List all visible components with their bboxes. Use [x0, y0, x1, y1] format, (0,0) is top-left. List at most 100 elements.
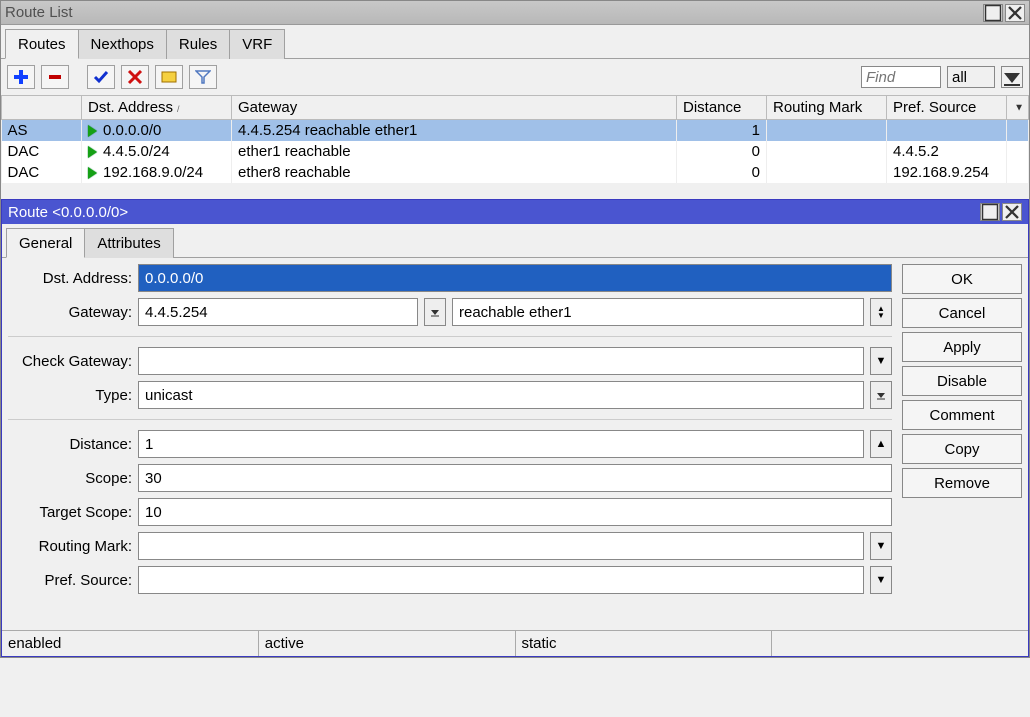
remove-button[interactable] — [41, 65, 69, 89]
label-scope: Scope: — [8, 470, 138, 487]
input-check-gateway[interactable] — [138, 347, 864, 375]
route-list-tabs: RoutesNexthopsRulesVRF — [1, 25, 1029, 59]
cell-pref-source — [887, 120, 1007, 142]
cell-dst: 4.4.5.0/24 — [82, 141, 232, 162]
status-empty — [772, 631, 1028, 656]
detail-close-button[interactable] — [1002, 203, 1022, 221]
input-pref-source[interactable] — [138, 566, 864, 594]
route-list-window: Route List RoutesNexthopsRulesVRF — [0, 0, 1030, 658]
filter-button[interactable] — [189, 65, 217, 89]
col-dst[interactable]: Dst. Address/ — [82, 96, 232, 120]
tab-routes[interactable]: Routes — [5, 29, 79, 59]
input-type[interactable] — [138, 381, 864, 409]
input-routing-mark[interactable] — [138, 532, 864, 560]
cell-menu — [1007, 120, 1029, 142]
copy-button[interactable]: Copy — [902, 434, 1022, 464]
check-gateway-expand-button[interactable]: ▼ — [870, 347, 892, 375]
route-detail-titlebar[interactable]: Route <0.0.0.0/0> — [2, 200, 1028, 224]
cell-menu — [1007, 162, 1029, 183]
routes-table-header: Dst. Address/ Gateway Distance Routing M… — [2, 96, 1029, 120]
filter-select[interactable]: all — [947, 66, 995, 88]
detail-tab-attributes[interactable]: Attributes — [84, 228, 173, 258]
comment-button[interactable] — [155, 65, 183, 89]
label-target-scope: Target Scope: — [8, 504, 138, 521]
detail-tab-general[interactable]: General — [6, 228, 85, 258]
route-detail-tabs: GeneralAttributes — [2, 224, 1028, 258]
enable-button[interactable] — [87, 65, 115, 89]
gateway-dropdown-button[interactable] — [424, 298, 446, 326]
comment-button[interactable]: Comment — [902, 400, 1022, 430]
col-pref-source[interactable]: Pref. Source — [887, 96, 1007, 120]
route-detail-title: Route <0.0.0.0/0> — [8, 204, 128, 221]
col-gateway[interactable]: Gateway — [232, 96, 677, 120]
input-gateway[interactable] — [138, 298, 418, 326]
route-active-icon — [88, 125, 97, 137]
cell-gateway: ether8 reachable — [232, 162, 677, 183]
cell-distance: 1 — [677, 120, 767, 142]
route-active-icon — [88, 167, 97, 179]
col-menu[interactable]: ▼ — [1007, 96, 1029, 120]
cell-distance: 0 — [677, 141, 767, 162]
cell-distance: 0 — [677, 162, 767, 183]
label-dst-address: Dst. Address: — [8, 270, 138, 287]
detail-minimize-button[interactable] — [980, 203, 1000, 221]
col-flags[interactable] — [2, 96, 82, 120]
routes-table: Dst. Address/ Gateway Distance Routing M… — [1, 95, 1029, 183]
tab-rules[interactable]: Rules — [166, 29, 230, 59]
find-input[interactable] — [861, 66, 941, 88]
table-row[interactable]: AS0.0.0.0/04.4.5.254 reachable ether11 — [2, 120, 1029, 142]
chevron-down-icon: ▼ — [1014, 102, 1024, 113]
route-active-icon — [88, 146, 97, 158]
type-dropdown-button[interactable] — [870, 381, 892, 409]
cell-pref-source: 4.4.5.2 — [887, 141, 1007, 162]
input-distance[interactable] — [138, 430, 864, 458]
table-row[interactable]: DAC4.4.5.0/24ether1 reachable04.4.5.2 — [2, 141, 1029, 162]
route-detail-window: Route <0.0.0.0/0> GeneralAttributes Dst.… — [1, 199, 1029, 657]
table-row[interactable]: DAC192.168.9.0/24ether8 reachable0192.16… — [2, 162, 1029, 183]
tab-nexthops[interactable]: Nexthops — [78, 29, 167, 59]
remove-button[interactable]: Remove — [902, 468, 1022, 498]
cell-routing-mark — [767, 120, 887, 142]
cell-routing-mark — [767, 162, 887, 183]
cell-dst: 192.168.9.0/24 — [82, 162, 232, 183]
label-type: Type: — [8, 387, 138, 404]
disable-button[interactable]: Disable — [902, 366, 1022, 396]
minimize-button[interactable] — [983, 4, 1003, 22]
detail-button-column: OK Cancel Apply Disable Comment Copy Remove — [902, 264, 1022, 498]
distance-collapse-button[interactable]: ▲ — [870, 430, 892, 458]
gateway-add-remove-button[interactable]: ▲▼ — [870, 298, 892, 326]
cancel-button[interactable]: Cancel — [902, 298, 1022, 328]
ok-button[interactable]: OK — [902, 264, 1022, 294]
close-button[interactable] — [1005, 4, 1025, 22]
col-distance[interactable]: Distance — [677, 96, 767, 120]
apply-button[interactable]: Apply — [902, 332, 1022, 362]
sort-asc-icon: / — [177, 104, 180, 114]
filter-dropdown-button[interactable] — [1001, 66, 1023, 88]
route-list-titlebar[interactable]: Route List — [1, 1, 1029, 25]
status-bar: enabledactivestatic — [2, 630, 1028, 656]
gateway-status: reachable ether1 — [452, 298, 864, 326]
input-dst-address[interactable] — [138, 264, 892, 292]
cell-routing-mark — [767, 141, 887, 162]
status-static: static — [516, 631, 773, 656]
label-distance: Distance: — [8, 436, 138, 453]
disable-button[interactable] — [121, 65, 149, 89]
label-check-gateway: Check Gateway: — [8, 353, 138, 370]
cell-dst: 0.0.0.0/0 — [82, 120, 232, 142]
routing-mark-expand-button[interactable]: ▼ — [870, 532, 892, 560]
add-button[interactable] — [7, 65, 35, 89]
label-routing-mark: Routing Mark: — [8, 538, 138, 555]
cell-flags: DAC — [2, 141, 82, 162]
col-routing-mark[interactable]: Routing Mark — [767, 96, 887, 120]
label-gateway: Gateway: — [8, 304, 138, 321]
tab-vrf[interactable]: VRF — [229, 29, 285, 59]
cell-flags: AS — [2, 120, 82, 142]
cell-menu — [1007, 141, 1029, 162]
input-scope[interactable] — [138, 464, 892, 492]
status-enabled: enabled — [2, 631, 259, 656]
label-pref-source: Pref. Source: — [8, 572, 138, 589]
route-list-toolbar: all — [1, 59, 1029, 95]
pref-source-expand-button[interactable]: ▼ — [870, 566, 892, 594]
input-target-scope[interactable] — [138, 498, 892, 526]
cell-gateway: 4.4.5.254 reachable ether1 — [232, 120, 677, 142]
